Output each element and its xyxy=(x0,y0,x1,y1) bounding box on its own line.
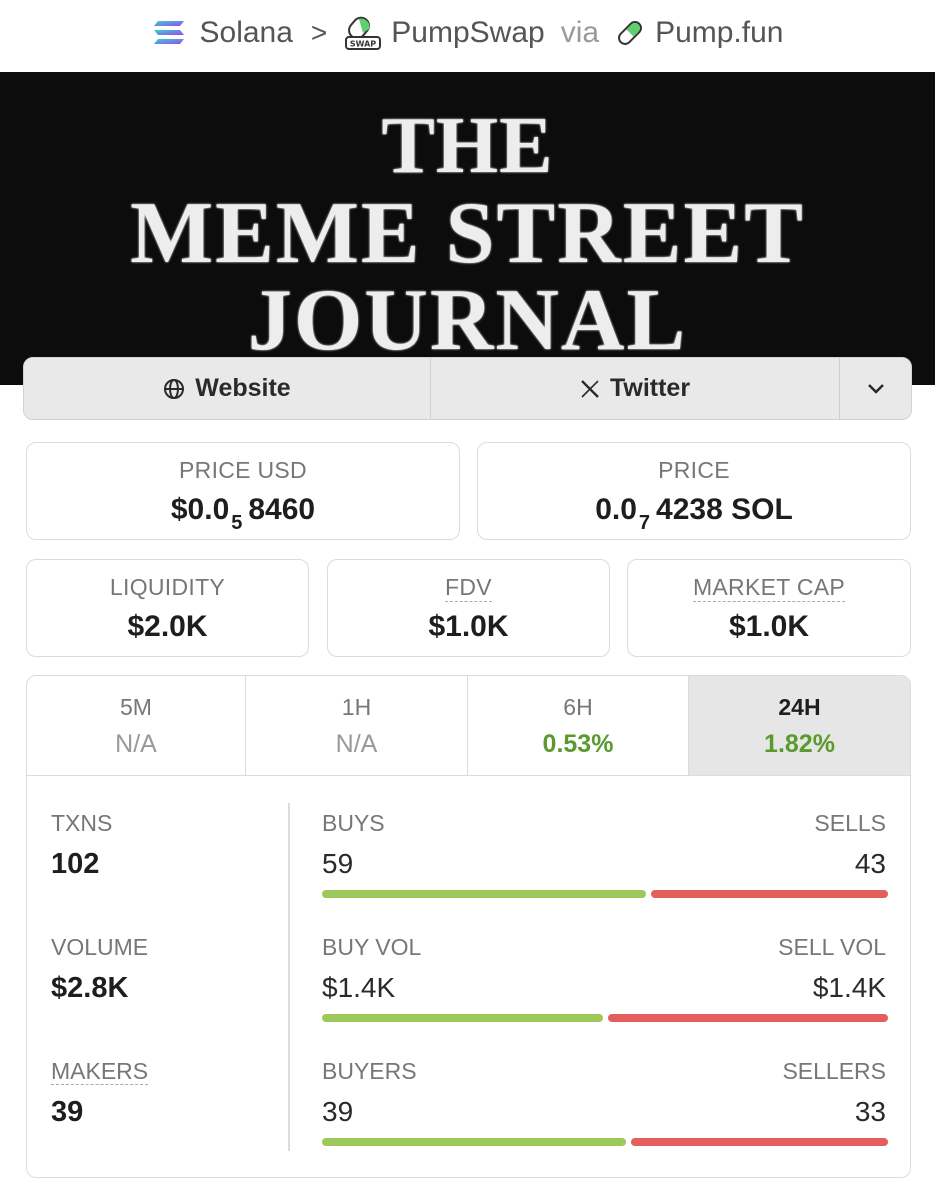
price-native-label: PRICE xyxy=(658,457,730,483)
banner-title-line2: MEME STREET xyxy=(130,185,805,282)
buy-vol-bar xyxy=(322,1014,603,1022)
market-cap-card[interactable]: MARKET CAP $1.0K xyxy=(627,559,911,657)
buy-vol-label: BUY VOL xyxy=(322,934,422,960)
tab-1h-value: N/A xyxy=(335,730,378,758)
sellers-label: SELLERS xyxy=(782,1058,886,1084)
volume-value: $2.8K xyxy=(51,972,129,1004)
breadcrumb-chain[interactable]: Solana xyxy=(200,16,293,50)
price-usd-label: PRICE USD xyxy=(179,457,307,483)
makers-label[interactable]: MAKERS xyxy=(51,1058,149,1085)
website-button[interactable]: Website xyxy=(24,358,431,419)
tab-24h-label: 24H xyxy=(778,694,821,720)
sells-value: 43 xyxy=(854,848,886,879)
liquidity-value: $2.0K xyxy=(127,610,208,643)
buys-bar xyxy=(322,890,646,898)
sells-label: SELLS xyxy=(814,810,886,836)
chevron-down-icon xyxy=(866,383,886,395)
sell-vol-label: SELL VOL xyxy=(778,934,886,960)
buys-label: BUYS xyxy=(322,810,385,836)
token-banner: THE MEME STREET JOURNAL xyxy=(0,72,935,385)
buyers-value: 39 xyxy=(322,1096,354,1127)
tab-6h-value: 0.53% xyxy=(542,730,614,758)
tab-5m-label: 5M xyxy=(120,694,152,720)
liquidity-label: LIQUIDITY xyxy=(109,574,226,600)
twitter-label: Twitter xyxy=(609,374,691,402)
txns-label: TXNS xyxy=(51,810,113,836)
tab-24h-value: 1.82% xyxy=(764,730,835,758)
sells-bar xyxy=(651,890,888,898)
social-links-bar: Website Twitter xyxy=(23,357,912,420)
buyers-label: BUYERS xyxy=(322,1058,417,1084)
price-native-card: PRICE 0.0 7 4238 SOL xyxy=(477,442,911,540)
pumpswap-icon: SWAP xyxy=(345,15,382,51)
breadcrumb-launchpad[interactable]: Pump.fun xyxy=(655,16,783,50)
market-cap-value: $1.0K xyxy=(728,610,810,643)
price-usd-card: PRICE USD $0.0 5 8460 xyxy=(26,442,460,540)
more-links-button[interactable] xyxy=(840,358,911,419)
breadcrumb: Solana > SWAP PumpSwap via Pump.fun xyxy=(0,0,935,66)
tab-1h[interactable]: 1H N/A xyxy=(246,676,468,775)
sellers-bar xyxy=(631,1138,888,1146)
tab-6h[interactable]: 6H 0.53% xyxy=(468,676,689,775)
price-usd-value: $0.0 5 8460 xyxy=(170,493,316,534)
pumpfun-icon xyxy=(615,18,645,48)
breadcrumb-via: via xyxy=(560,16,600,49)
stats-divider xyxy=(288,803,290,1151)
svg-text:SWAP: SWAP xyxy=(350,40,376,49)
txns-value: 102 xyxy=(51,848,100,880)
fdv-label: FDV xyxy=(445,574,492,602)
tab-5m[interactable]: 5M N/A xyxy=(27,676,246,775)
breadcrumb-dex[interactable]: PumpSwap xyxy=(391,16,544,50)
tab-24h[interactable]: 24H 1.82% xyxy=(689,676,910,775)
stats-panel: 5M N/A 1H N/A 6H 0.53% 24H 1.82% TXNS 10… xyxy=(26,675,911,1178)
liquidity-card: LIQUIDITY $2.0K xyxy=(26,559,309,657)
fdv-card[interactable]: FDV $1.0K xyxy=(327,559,610,657)
tab-5m-value: N/A xyxy=(115,730,157,758)
sell-vol-bar xyxy=(608,1014,888,1022)
price-native-value: 0.0 7 4238 SOL xyxy=(595,493,793,534)
sell-vol-value: $1.4K xyxy=(812,972,886,1003)
market-cap-label: MARKET CAP xyxy=(692,574,846,602)
solana-icon xyxy=(152,19,186,47)
breadcrumb-separator: > xyxy=(310,17,328,48)
x-logo-icon xyxy=(580,379,600,399)
banner-title-line3: JOURNAL xyxy=(247,272,688,369)
buyers-bar xyxy=(322,1138,626,1146)
tab-1h-label: 1H xyxy=(341,694,372,720)
globe-icon xyxy=(163,378,185,400)
twitter-button[interactable]: Twitter xyxy=(431,358,840,419)
sellers-value: 33 xyxy=(854,1096,886,1127)
banner-title-line1: THE xyxy=(381,102,554,190)
fdv-value: $1.0K xyxy=(428,610,509,643)
website-label: Website xyxy=(195,374,291,402)
volume-label: VOLUME xyxy=(51,934,149,960)
buy-vol-value: $1.4K xyxy=(322,972,396,1003)
timeframe-tabs: 5M N/A 1H N/A 6H 0.53% 24H 1.82% xyxy=(27,676,910,776)
makers-value: 39 xyxy=(51,1096,84,1128)
tab-6h-label: 6H xyxy=(563,694,593,720)
buys-value: 59 xyxy=(322,848,354,879)
